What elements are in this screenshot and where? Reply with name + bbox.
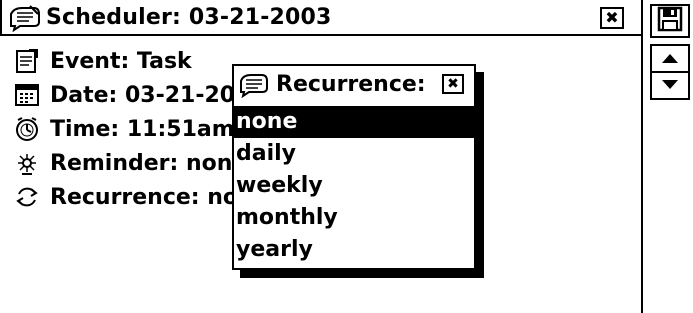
option-weekly[interactable]: weekly (234, 170, 474, 202)
close-popup-button[interactable]: ✖ (442, 74, 464, 94)
title-bar: Scheduler: 03-21-2003 ✖ (0, 0, 643, 36)
date-field[interactable]: Date: 03-21-2003 (14, 78, 266, 112)
close-icon: ✖ (605, 8, 619, 27)
option-yearly[interactable]: yearly (234, 234, 474, 266)
alarm-icon (14, 150, 40, 176)
option-none[interactable]: none (234, 106, 474, 138)
close-window-button[interactable]: ✖ (600, 7, 624, 29)
time-field[interactable]: Time: 11:51am (14, 112, 235, 146)
scroll-up-button[interactable] (650, 44, 690, 72)
event-label: Event: Task (50, 48, 192, 74)
clock-icon (14, 116, 40, 142)
recurrence-icon (14, 184, 40, 210)
scroll-down-button[interactable] (650, 72, 690, 100)
calendar-icon (14, 82, 40, 108)
event-icon (14, 48, 40, 74)
event-field[interactable]: Event: Task (14, 44, 192, 78)
time-label: Time: 11:51am (50, 116, 235, 142)
note-icon (238, 72, 270, 99)
reminder-label: Reminder: none (50, 150, 248, 176)
popup-title: Recurrence: (276, 72, 426, 97)
scroll-up-icon (661, 49, 679, 68)
window-border (641, 36, 643, 313)
option-daily[interactable]: daily (234, 138, 474, 170)
recurrence-popup: Recurrence: ✖ none daily weekly monthly … (232, 64, 476, 270)
close-icon: ✖ (447, 76, 459, 92)
recurrence-options-list: none daily weekly monthly yearly (234, 106, 474, 266)
side-toolbar (648, 0, 693, 313)
scroll-down-icon (661, 76, 679, 95)
save-button[interactable] (650, 4, 690, 38)
reminder-field[interactable]: Reminder: none (14, 146, 247, 180)
window-title: Scheduler: 03-21-2003 (46, 5, 332, 30)
recurrence-field[interactable]: Recurrence: none (14, 180, 269, 214)
scheduler-app-icon (8, 4, 42, 33)
popup-header: Recurrence: ✖ (234, 66, 474, 102)
option-monthly[interactable]: monthly (234, 202, 474, 234)
save-icon (657, 6, 683, 36)
